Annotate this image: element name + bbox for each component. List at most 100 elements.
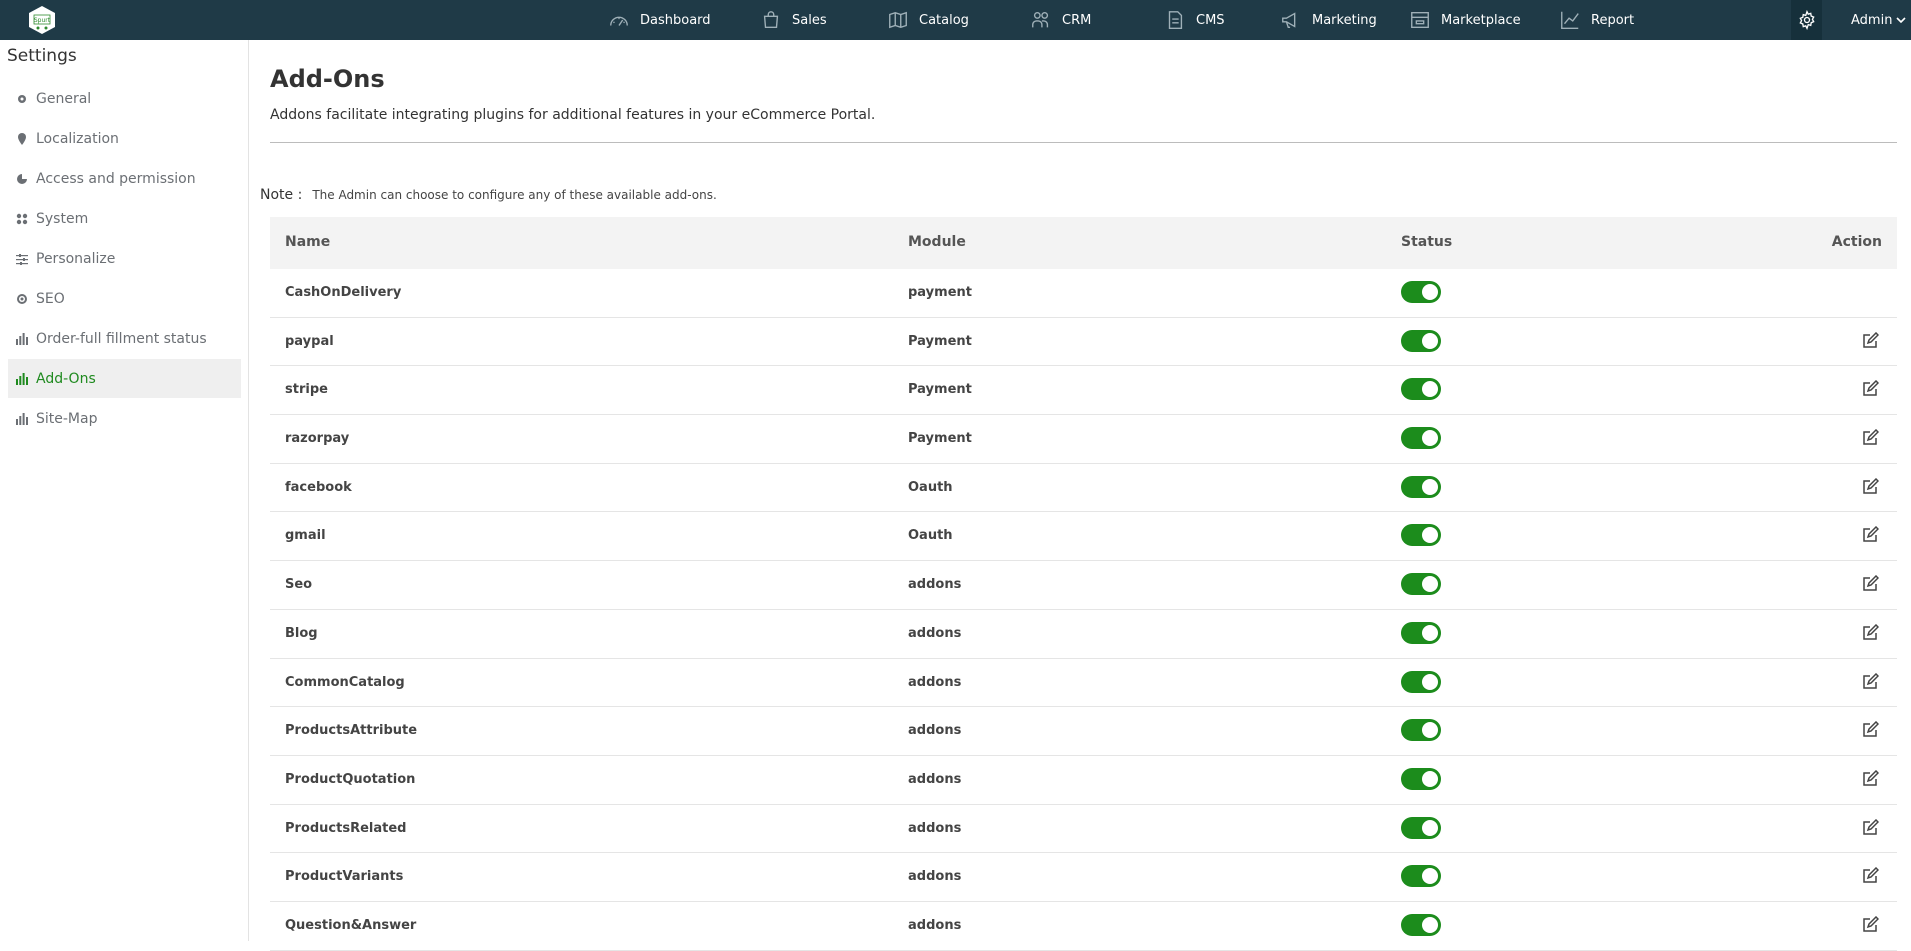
edit-button[interactable] [1861,867,1880,885]
chevron-down-icon [1896,17,1907,24]
table-row: CashOnDelivery payment [270,269,1897,318]
edit-button[interactable] [1861,575,1880,593]
addon-name: ProductsRelated [285,820,407,836]
sidebar-title: Settings [7,46,77,66]
status-toggle[interactable] [1401,329,1441,352]
sidebar-item-label: System [36,210,89,227]
addon-module: Payment [908,382,972,398]
sidebar-item-system[interactable]: System [8,199,241,238]
edit-button[interactable] [1861,769,1880,788]
status-toggle[interactable] [1401,670,1441,693]
addon-name: CashOnDelivery [285,285,402,300]
sidebar-item-personalize[interactable]: Personalize [8,239,241,278]
dashboard-gauge-icon [610,16,628,26]
addon-name: Seo [285,577,313,593]
sidebar-item-general[interactable]: General [8,79,241,118]
addon-module: Payment [908,431,972,447]
edit-button[interactable] [1861,380,1880,398]
addon-module: Oauth [908,479,953,495]
edit-button[interactable] [1861,331,1880,350]
table-row: stripe Payment [270,366,1897,416]
sidebar-item-order-fulfillment[interactable]: Order-full fillment status [8,319,241,358]
nav-dashboard[interactable]: Dashboard [608,0,711,40]
chart-line-icon [1561,11,1579,29]
table-row: facebook Oauth [270,464,1897,513]
nav-report[interactable]: Report [1559,0,1634,40]
sidebar-item-seo[interactable]: SEO [8,279,241,318]
addon-module: addons [908,674,962,690]
sidebar-item-label: Personalize [36,250,116,267]
status-toggle[interactable] [1401,281,1441,303]
table-row: ProductsRelated addons [270,805,1897,854]
user-menu[interactable]: Admin [1851,0,1907,40]
status-toggle[interactable] [1401,524,1441,547]
table-row: Question&Answer addons [270,902,1897,951]
edit-button[interactable] [1861,477,1880,496]
table-body: CashOnDelivery payment paypal Payment stripe… [270,269,1897,951]
addon-name: ProductQuotation [285,771,416,787]
megaphone-icon [1282,12,1296,29]
table-header: Name Module Status Action [270,217,1897,269]
gear-icon [18,94,26,103]
status-toggle[interactable] [1401,621,1441,644]
nav-label: CRM [1062,12,1092,28]
addon-name: facebook [285,479,352,495]
sidebar-item-label: Access and permission [36,170,196,187]
status-toggle[interactable] [1401,378,1441,401]
sidebar-item-label: Order-full fillment status [36,330,207,347]
nav-crm[interactable]: CRM [1030,0,1091,40]
addon-name: gmail [285,528,326,544]
nav-label: CMS [1196,12,1225,28]
addon-name: Question&Answer [285,917,417,933]
status-toggle[interactable] [1401,767,1441,790]
sidebar-item-localization[interactable]: Localization [8,119,241,158]
sidebar-item-label: General [36,90,92,107]
nav-marketplace[interactable]: Marketplace [1409,0,1521,40]
status-toggle[interactable] [1401,865,1441,888]
status-toggle[interactable] [1401,816,1441,839]
edit-button[interactable] [1861,672,1880,691]
edit-icon [1863,721,1880,737]
edit-icon [1863,575,1880,591]
edit-button[interactable] [1861,915,1880,934]
addon-name: stripe [285,382,328,398]
table-row: ProductVariants addons [270,853,1897,902]
edit-icon [1863,867,1880,883]
nav-label: Sales [792,12,827,28]
location-pin-icon [18,132,26,145]
sidebar-item-add-ons[interactable]: Add-Ons [8,359,241,398]
nav-label: Marketing [1312,12,1377,28]
settings-button[interactable] [1791,0,1822,40]
nav-sales[interactable]: Sales [760,0,827,40]
status-toggle[interactable] [1401,573,1441,596]
edit-button[interactable] [1861,429,1880,447]
edit-button[interactable] [1861,623,1880,642]
edit-button[interactable] [1861,526,1880,544]
status-toggle[interactable] [1401,719,1441,742]
spurt-logo[interactable]: Spurt [28,5,56,35]
nav-catalog[interactable]: Catalog [887,0,969,40]
edit-button[interactable] [1861,721,1880,739]
sidebar-item-access[interactable]: Access and permission [8,159,241,198]
addon-name: paypal [285,333,334,349]
nav-marketing[interactable]: Marketing [1280,0,1377,40]
column-header-name: Name [285,234,331,250]
edit-button[interactable] [1861,818,1880,837]
status-toggle[interactable] [1401,475,1441,498]
addon-name: Blog [285,625,318,641]
sidebar-item-site-map[interactable]: Site-Map [8,399,241,438]
status-toggle[interactable] [1401,913,1441,936]
addon-module: addons [908,723,962,739]
edit-icon [1863,623,1880,640]
sidebar-item-label: SEO [36,290,65,307]
sidebar-item-label: Localization [36,130,119,147]
divider [270,142,1897,143]
system-icon [16,213,28,224]
edit-icon [1863,769,1880,786]
nav-label: Marketplace [1441,12,1521,28]
top-navbar: Spurt Dashboard Sales Catalog CRM CMS Ma… [0,0,1911,40]
note: Note : The Admin can choose to configure… [260,187,717,203]
status-toggle[interactable] [1401,427,1441,450]
settings-sidebar: Settings General Localization Access and… [0,40,249,941]
nav-cms[interactable]: CMS [1164,0,1225,40]
